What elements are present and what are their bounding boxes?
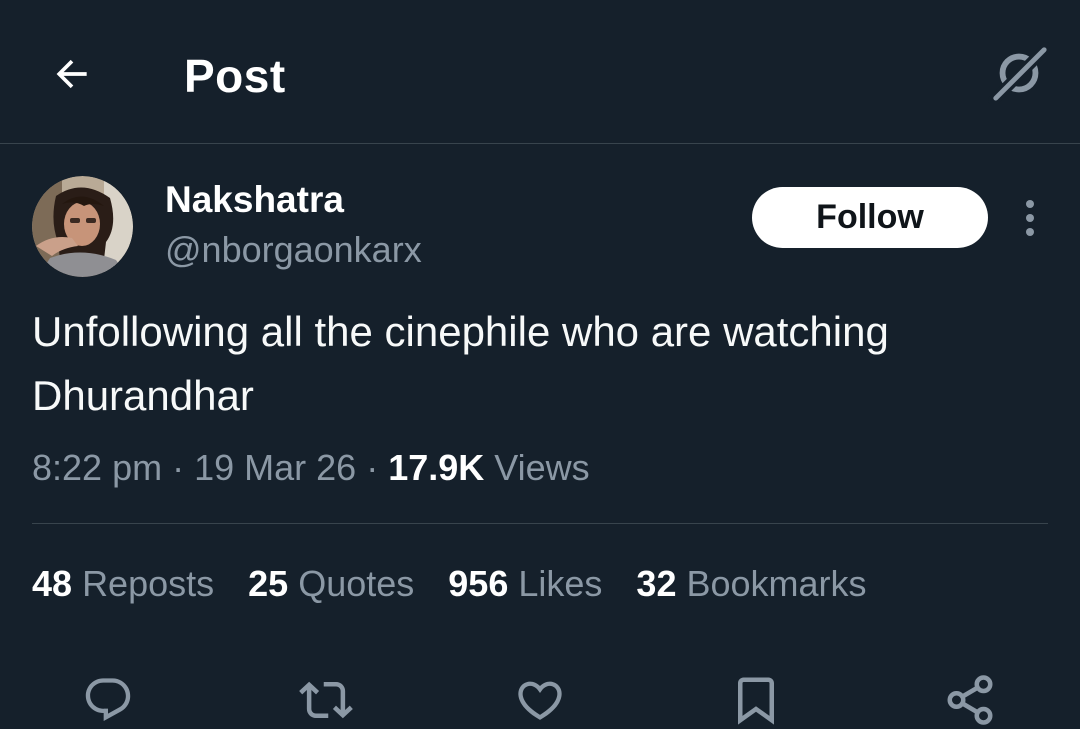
likes-stat[interactable]: 956 Likes — [448, 562, 602, 606]
quotes-stat[interactable]: 25 Quotes — [248, 562, 414, 606]
bookmarks-stat[interactable]: 32 Bookmarks — [636, 562, 866, 606]
quotes-label: Quotes — [298, 563, 415, 604]
more-vertical-icon — [1026, 200, 1034, 236]
engagement-stats: 48 Reposts 25 Quotes 956 Likes 32 Bookma… — [32, 562, 901, 606]
reply-button[interactable] — [80, 672, 136, 728]
follow-button[interactable]: Follow — [752, 187, 988, 248]
views-count: 17.9K — [388, 447, 485, 488]
repost-icon — [299, 681, 353, 719]
like-button[interactable] — [512, 672, 568, 728]
bookmark-button[interactable] — [728, 672, 784, 728]
meta-separator: · — [366, 447, 389, 488]
meta-separator: · — [172, 447, 195, 488]
bookmarks-count: 32 — [636, 563, 677, 604]
more-options-button[interactable] — [1010, 193, 1050, 243]
bookmarks-label: Bookmarks — [686, 563, 867, 604]
tweet-date[interactable]: 19 Mar 26 — [194, 447, 356, 488]
share-icon — [947, 675, 993, 725]
quotes-count: 25 — [248, 563, 289, 604]
page-title: Post — [184, 50, 286, 102]
reply-icon — [85, 678, 131, 722]
reposts-label: Reposts — [82, 563, 215, 604]
author-handle[interactable]: @nborgaonkarx — [165, 228, 422, 272]
tweet-time[interactable]: 8:22 pm — [32, 447, 162, 488]
action-bar — [0, 668, 1080, 729]
share-button[interactable] — [942, 672, 998, 728]
grok-button[interactable] — [986, 40, 1052, 106]
tweet-text: Unfollowing all the cinephile who are wa… — [32, 308, 889, 419]
author-display-name[interactable]: Nakshatra — [165, 178, 344, 222]
likes-label: Likes — [518, 563, 603, 604]
tweet-meta: 8:22 pm · 19 Mar 26 · 17.9K Views — [32, 446, 590, 490]
arrow-left-icon — [56, 59, 87, 89]
like-icon — [518, 681, 562, 720]
reposts-count: 48 — [32, 563, 73, 604]
repost-button[interactable] — [298, 672, 354, 728]
reposts-stat[interactable]: 48 Reposts — [32, 562, 214, 606]
back-button[interactable] — [44, 46, 100, 102]
divider — [32, 523, 1048, 524]
grok-icon — [988, 42, 1050, 104]
likes-count: 956 — [448, 563, 509, 604]
top-bar: Post — [0, 0, 1080, 144]
views-label: Views — [494, 447, 590, 488]
bookmark-icon — [738, 677, 774, 725]
avatar[interactable] — [32, 176, 133, 277]
